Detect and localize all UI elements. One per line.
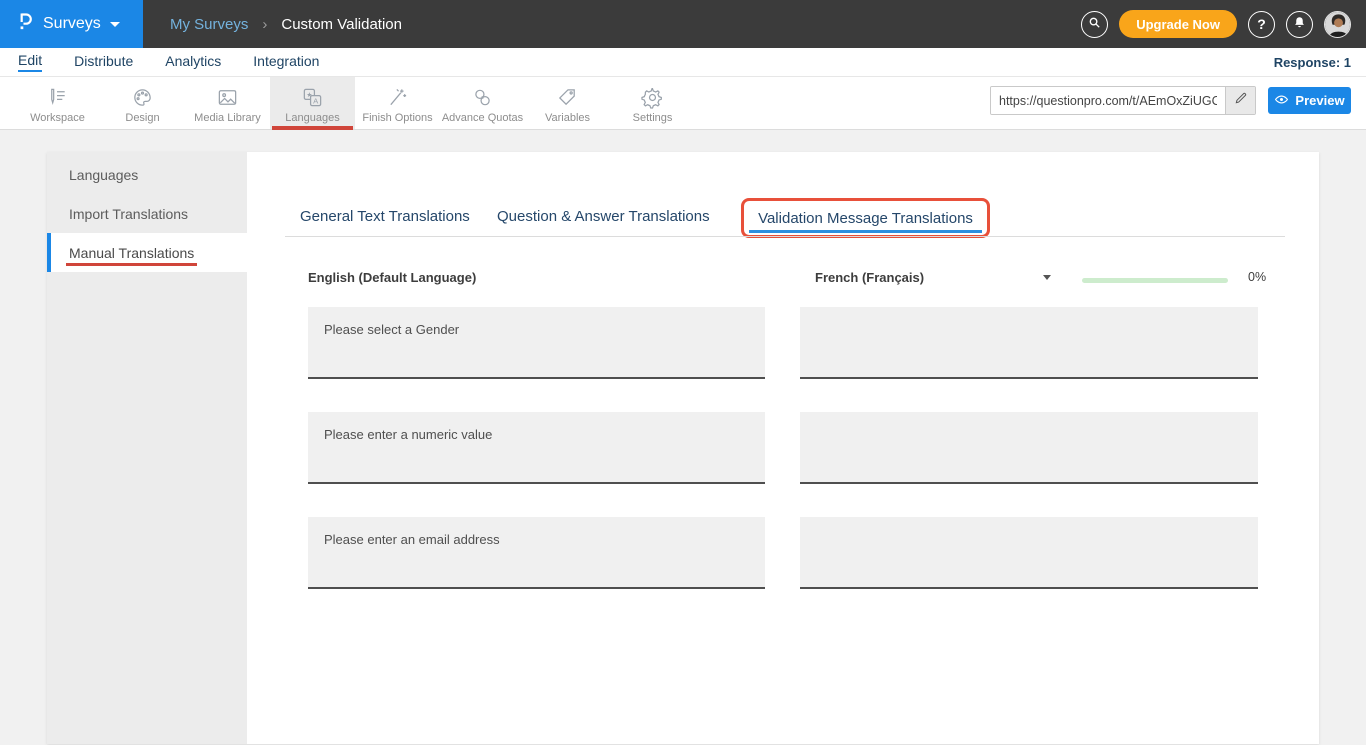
help-button[interactable]: ? bbox=[1248, 11, 1275, 38]
search-button[interactable] bbox=[1081, 11, 1108, 38]
target-input-numeric[interactable] bbox=[800, 412, 1258, 484]
svg-text:★: ★ bbox=[306, 91, 312, 98]
toolbar-workspace[interactable]: Workspace bbox=[15, 77, 100, 129]
survey-nav: Edit Distribute Analytics Integration Re… bbox=[0, 48, 1366, 77]
languages-panel: Languages Import Translations Manual Tra… bbox=[47, 152, 1319, 744]
tab-general-text-translations[interactable]: General Text Translations bbox=[300, 208, 470, 225]
advance-quotas-icon bbox=[471, 85, 494, 109]
edit-url-button[interactable] bbox=[1225, 87, 1255, 114]
breadcrumb-my-surveys[interactable]: My Surveys bbox=[170, 16, 248, 33]
toolbar-finish-options[interactable]: Finish Options bbox=[355, 77, 440, 129]
tabs-separator bbox=[285, 236, 1285, 237]
app-header: Surveys My Surveys › Custom Validation U… bbox=[0, 0, 1366, 48]
target-language-dropdown[interactable]: French (Français) bbox=[815, 270, 924, 285]
eye-icon bbox=[1274, 92, 1289, 110]
tab-validation-message-translations[interactable]: Validation Message Translations bbox=[758, 210, 973, 227]
preview-button-label: Preview bbox=[1295, 93, 1344, 108]
source-text-numeric: Please enter a numeric value bbox=[308, 412, 765, 484]
active-tab-underline bbox=[749, 230, 982, 233]
settings-icon bbox=[641, 85, 664, 109]
annotation-underline-manual-translations bbox=[66, 263, 197, 266]
sidebar-item-manual-translations[interactable]: Manual Translations bbox=[47, 233, 247, 272]
avatar[interactable] bbox=[1324, 11, 1351, 38]
toolbar-advance-quotas[interactable]: Advance Quotas bbox=[440, 77, 525, 129]
chevron-down-icon[interactable] bbox=[1043, 275, 1051, 280]
design-icon bbox=[131, 85, 154, 109]
breadcrumb: My Surveys › Custom Validation bbox=[170, 16, 402, 33]
translation-progress-percent: 0% bbox=[1248, 270, 1266, 284]
help-icon: ? bbox=[1257, 16, 1266, 32]
breadcrumb-separator-icon: › bbox=[262, 16, 267, 33]
edit-toolbar: Workspace Design Media Library ★ A bbox=[0, 77, 1366, 130]
annotation-box-validation-tab: Validation Message Translations bbox=[741, 198, 990, 238]
nav-tab-integration[interactable]: Integration bbox=[253, 53, 319, 71]
source-language-label: English (Default Language) bbox=[308, 270, 476, 285]
toolbar-variables[interactable]: Variables bbox=[525, 77, 610, 129]
toolbar-design[interactable]: Design bbox=[100, 77, 185, 129]
pencil-icon bbox=[1234, 91, 1248, 110]
toolbar-media-library[interactable]: Media Library bbox=[185, 77, 270, 129]
target-input-email[interactable] bbox=[800, 517, 1258, 589]
sidebar-item-label: Languages bbox=[69, 167, 138, 183]
notifications-button[interactable] bbox=[1286, 11, 1313, 38]
sidebar-item-import-translations[interactable]: Import Translations bbox=[47, 194, 247, 233]
survey-url-box bbox=[990, 86, 1256, 115]
header-actions: Upgrade Now ? bbox=[1081, 10, 1366, 38]
nav-tab-analytics[interactable]: Analytics bbox=[165, 53, 221, 71]
sidebar-item-label: Manual Translations bbox=[69, 245, 194, 261]
variables-icon bbox=[556, 85, 579, 109]
sidebar-item-languages[interactable]: Languages bbox=[47, 155, 247, 194]
chevron-down-icon bbox=[110, 22, 120, 27]
translations-main: General Text Translations Question & Ans… bbox=[247, 152, 1319, 744]
product-switcher[interactable]: Surveys bbox=[0, 0, 143, 48]
sidebar-item-label: Import Translations bbox=[69, 206, 188, 222]
annotation-underline-languages bbox=[272, 126, 353, 130]
bell-icon bbox=[1292, 15, 1307, 33]
finish-options-icon bbox=[386, 85, 409, 109]
media-library-icon bbox=[216, 85, 239, 109]
workspace-icon bbox=[46, 85, 69, 109]
languages-icon: ★ A bbox=[301, 85, 324, 109]
toolbar-settings[interactable]: Settings bbox=[610, 77, 695, 129]
nav-tab-distribute[interactable]: Distribute bbox=[74, 53, 133, 71]
questionpro-logo-icon bbox=[17, 11, 34, 38]
preview-button[interactable]: Preview bbox=[1268, 87, 1351, 114]
translation-progress-bar bbox=[1082, 278, 1228, 283]
source-text-gender: Please select a Gender bbox=[308, 307, 765, 379]
upgrade-button[interactable]: Upgrade Now bbox=[1119, 10, 1237, 38]
survey-url-input[interactable] bbox=[991, 87, 1225, 114]
source-text-email: Please enter an email address bbox=[308, 517, 765, 589]
product-switcher-label: Surveys bbox=[43, 15, 101, 33]
tab-question-answer-translations[interactable]: Question & Answer Translations bbox=[497, 208, 710, 225]
target-input-gender[interactable] bbox=[800, 307, 1258, 379]
page-background: Languages Import Translations Manual Tra… bbox=[0, 130, 1366, 744]
search-icon bbox=[1087, 15, 1102, 33]
response-count[interactable]: Response: 1 bbox=[1274, 55, 1351, 70]
languages-sidebar: Languages Import Translations Manual Tra… bbox=[47, 152, 247, 744]
svg-text:A: A bbox=[313, 96, 319, 105]
toolbar-languages[interactable]: ★ A Languages bbox=[270, 77, 355, 129]
breadcrumb-current: Custom Validation bbox=[281, 16, 402, 33]
nav-tab-edit[interactable]: Edit bbox=[18, 52, 42, 72]
